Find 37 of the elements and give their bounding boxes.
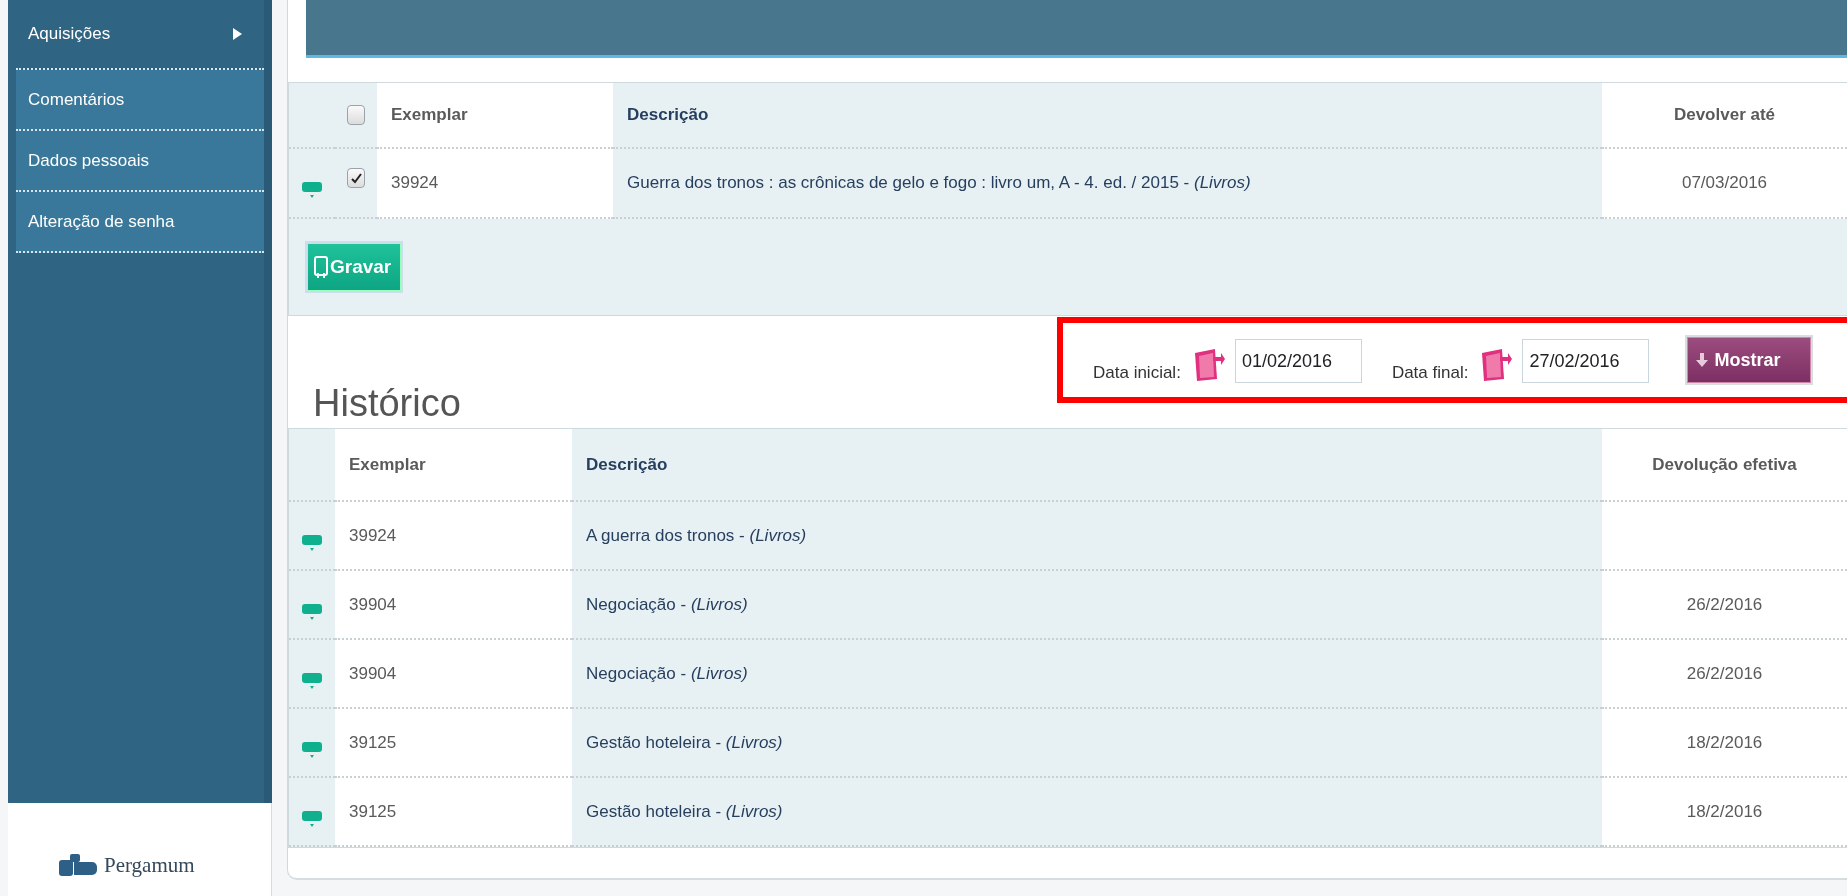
show-button[interactable]: Mostrar xyxy=(1687,337,1812,383)
table-cell: 18/2/2016 xyxy=(1602,778,1847,847)
date-field[interactable]: 01/02/2016 xyxy=(1234,339,1362,383)
table-cell: 39904 xyxy=(335,640,572,709)
marker-icon[interactable] xyxy=(301,533,323,552)
logo-icon xyxy=(58,852,98,878)
logo-text: Pergamum xyxy=(104,852,195,878)
checkbox[interactable] xyxy=(347,168,365,188)
marker-icon[interactable] xyxy=(301,671,323,690)
bookmark-icon xyxy=(314,256,328,278)
table-cell: 39125 xyxy=(335,709,572,778)
marker-icon[interactable] xyxy=(301,809,323,828)
column-header: Devolução efetiva xyxy=(1602,429,1847,502)
column-header: Exemplar xyxy=(377,83,613,149)
table-cell: 26/2/2016 xyxy=(1602,640,1847,709)
table-cell: 07/03/2016 xyxy=(1602,149,1847,219)
menu-item[interactable]: Alteração de senha xyxy=(16,192,264,253)
column-header: Exemplar xyxy=(335,429,572,502)
table-cell: 39924 xyxy=(335,502,572,571)
section-title: Histórico xyxy=(313,382,461,425)
table-cell: 39125 xyxy=(335,778,572,847)
table-cell: 39924 xyxy=(377,149,613,219)
marker-icon[interactable] xyxy=(301,181,323,199)
menu-item[interactable]: Comentários xyxy=(16,70,264,131)
marker-icon[interactable] xyxy=(301,740,323,759)
column-header: Devolver até xyxy=(1602,83,1847,149)
field-label: Data inicial: xyxy=(1093,363,1181,383)
table-cell: 26/2/2016 xyxy=(1602,571,1847,640)
menu-item[interactable]: Dados pessoais xyxy=(16,131,264,192)
table-cell: 18/2/2016 xyxy=(1602,709,1847,778)
date-field[interactable]: 27/02/2016 xyxy=(1522,339,1650,383)
checkmark-icon xyxy=(350,172,362,184)
checkbox[interactable] xyxy=(347,105,365,125)
field-label: Data final: xyxy=(1391,363,1469,383)
table-cell: 39904 xyxy=(335,571,572,640)
marker-icon[interactable] xyxy=(301,602,323,621)
down-arrow-icon xyxy=(1696,353,1709,367)
